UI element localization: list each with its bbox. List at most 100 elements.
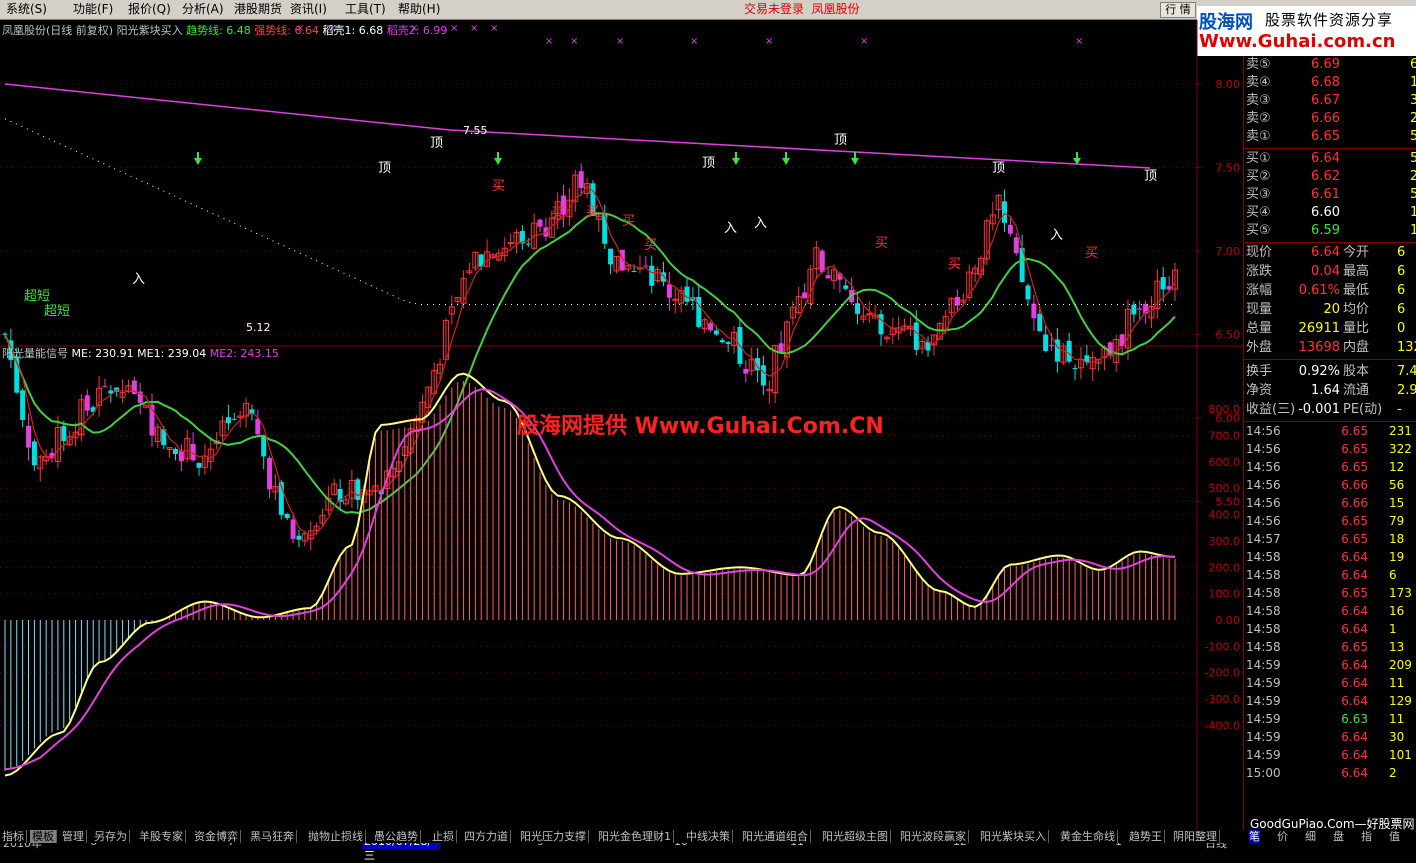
indicator-tab-bar: 指标 模板 管理 另存为 羊股专家 资金博弈 黑马狂奔 抛物止损线 愚公趋势 止损 四方力道 阳光压力… xyxy=(0,830,1243,843)
signal-tick-label: -300.0 xyxy=(1205,693,1240,706)
tick-volume: 19 xyxy=(1389,550,1405,564)
order-price: 6.60 xyxy=(1311,205,1340,220)
cross-marker: × xyxy=(1075,36,1083,47)
market-button[interactable]: 行 情 xyxy=(1160,2,1196,18)
order-level-label: 卖① xyxy=(1246,129,1271,144)
quote-tab[interactable]: 盘 xyxy=(1333,830,1344,843)
indicator-tab[interactable]: 阳光波段赢家 xyxy=(898,830,969,843)
candle-body-down xyxy=(355,479,361,500)
indicator-tab[interactable]: 阳光紫块买入 xyxy=(978,830,1049,843)
menu-system[interactable]: 系统(S) xyxy=(6,2,47,17)
candle-body-down xyxy=(1037,313,1043,332)
tick-time: 14:56 xyxy=(1246,460,1281,474)
indicator-tab[interactable]: 模板 xyxy=(30,830,57,843)
buy-signal-label: 买 xyxy=(551,206,564,221)
quote-tab[interactable]: 指 xyxy=(1361,830,1372,843)
tick-time: 14:58 xyxy=(1246,550,1281,564)
order-book-row: 买③ 6.61 5 xyxy=(1244,186,1416,204)
quote-tab[interactable]: 笔 xyxy=(1249,830,1260,843)
short-signal-label: 超短 xyxy=(44,304,70,319)
indicator-tab[interactable]: 资金博弈 xyxy=(192,830,241,843)
order-price: 6.66 xyxy=(1311,111,1340,126)
candle-body-down xyxy=(725,342,731,344)
quote-stat-row: 涨幅 0.61% 最低 6 xyxy=(1244,282,1416,300)
down-arrow-icon xyxy=(782,158,790,165)
order-volume: 2 xyxy=(1410,111,1416,126)
price-tick-label: 8.00 xyxy=(1216,78,1241,91)
tick-price: 6.65 xyxy=(1341,514,1368,528)
tick-volume: 15 xyxy=(1389,496,1405,510)
down-arrow-icon xyxy=(494,158,502,165)
indicator-tab[interactable]: 趋势王 xyxy=(1127,830,1165,843)
tick-row: 15:00 6.64 2 xyxy=(1244,764,1416,782)
tick-price: 6.65 xyxy=(1341,442,1368,456)
cross-marker: × xyxy=(450,23,458,34)
tick-time: 14:59 xyxy=(1246,748,1281,762)
tick-time: 14:58 xyxy=(1246,640,1281,654)
candle-body-down xyxy=(1007,224,1013,234)
candle-body-down xyxy=(267,457,273,490)
signal-tick-label: 200.0 xyxy=(1209,561,1241,574)
indicator-tab[interactable]: 中线决策 xyxy=(684,830,733,843)
top-signal-label: 顶 xyxy=(1144,169,1157,184)
stat-value: 6 xyxy=(1397,264,1406,279)
candle-body-down xyxy=(578,171,584,188)
cross-marker: × xyxy=(470,23,478,34)
candle-body-down xyxy=(284,513,290,519)
tick-row: 14:56 6.65 322 xyxy=(1244,440,1416,458)
menu-tools[interactable]: 工具(T) xyxy=(345,2,386,17)
candle-body-down xyxy=(31,441,37,466)
candle-body-down xyxy=(20,390,26,420)
indicator-tab[interactable]: 黑马狂奔 xyxy=(248,830,297,843)
menu-news[interactable]: 资讯(I) xyxy=(290,2,327,17)
indicator-tab[interactable]: 指标 xyxy=(0,830,27,843)
menu-hk-futures[interactable]: 港股期货 xyxy=(234,2,282,17)
stat-value: - xyxy=(1397,402,1402,417)
indicator-tab[interactable]: 黄金生命线 xyxy=(1058,830,1118,843)
indicator-tab[interactable]: 阴阳整理 xyxy=(1171,830,1220,843)
order-book-row: 买④ 6.60 1 xyxy=(1244,204,1416,222)
stat-label: 最低 xyxy=(1343,283,1370,298)
indicator-tab[interactable]: 抛物止损线 xyxy=(306,830,366,843)
tick-volume: 12 xyxy=(1389,460,1405,474)
indicator-tab[interactable]: 阳光超级主图 xyxy=(820,830,891,843)
stat-label: PE(动) xyxy=(1343,402,1383,417)
stat-label: 现量 xyxy=(1246,302,1273,317)
quote-tab[interactable]: 细 xyxy=(1305,830,1316,843)
tick-price: 6.65 xyxy=(1341,424,1368,438)
order-price: 6.64 xyxy=(1311,151,1340,166)
indicator-tab[interactable]: 另存为 xyxy=(92,830,130,843)
order-volume: 2 xyxy=(1410,169,1416,184)
quote-tab[interactable]: 值 xyxy=(1389,830,1400,843)
indicator-tab[interactable]: 四方力道 xyxy=(462,830,511,843)
buy-signal-label: 买 xyxy=(948,257,961,272)
kline-chart-area[interactable]: 8.00 7.50 7.00 6.50 6.00 5.50 800.0 700.0 600.0 5… xyxy=(0,20,1243,862)
tick-volume: 129 xyxy=(1389,694,1412,708)
menu-function[interactable]: 功能(F) xyxy=(73,2,113,17)
candle-body-down xyxy=(1013,237,1019,254)
enter-signal-label: 入 xyxy=(1050,228,1063,243)
order-price: 6.69 xyxy=(1311,57,1340,72)
menu-help[interactable]: 帮助(H) xyxy=(398,2,440,17)
indicator-tab[interactable]: 阳光通道组合 xyxy=(740,830,811,843)
signal-tick-label: 100.0 xyxy=(1209,588,1241,601)
order-book-row: 卖③ 6.67 3 xyxy=(1244,92,1416,110)
quote-tab[interactable]: 价 xyxy=(1277,830,1288,843)
indicator-tab[interactable]: 管理 xyxy=(60,830,87,843)
order-price: 6.59 xyxy=(1311,223,1340,238)
stat-label: 外盘 xyxy=(1246,340,1273,355)
indicator-tab[interactable]: 羊股专家 xyxy=(137,830,186,843)
down-arrow-icon xyxy=(851,158,859,165)
quote-panel: 卖⑤6.696卖④6.6810卖③6.673卖②6.662卖①6.655买①6.… xyxy=(1243,56,1416,830)
order-volume: 5 xyxy=(1410,129,1416,144)
tick-volume: 30 xyxy=(1389,730,1405,744)
candle-body-down xyxy=(1131,304,1137,315)
tick-row: 14:58 6.65 173 xyxy=(1244,584,1416,602)
menu-analysis[interactable]: 分析(A) xyxy=(182,2,224,17)
indicator-tab[interactable]: 止损 xyxy=(430,830,457,843)
menu-quote[interactable]: 报价(Q) xyxy=(128,2,171,17)
stat-value: 6.64 xyxy=(1311,245,1340,260)
indicator-tab[interactable]: 阳光金色理财1 xyxy=(596,830,674,843)
indicator-tab[interactable]: 愚公趋势 xyxy=(372,830,421,843)
indicator-tab[interactable]: 阳光压力支撑 xyxy=(518,830,589,843)
